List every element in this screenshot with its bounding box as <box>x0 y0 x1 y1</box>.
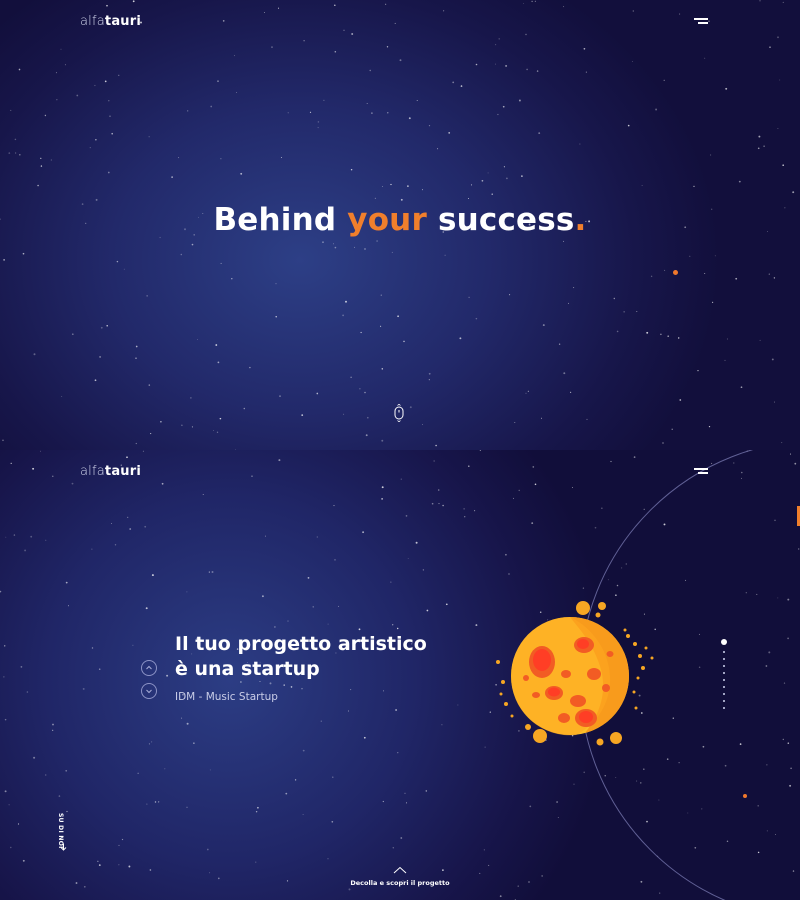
prev-slide-button[interactable] <box>141 660 157 676</box>
hero-word-success: success <box>426 202 575 238</box>
next-slide-button[interactable] <box>141 683 157 699</box>
menu-icon[interactable] <box>690 466 708 476</box>
orange-dot <box>743 794 747 798</box>
menu-icon[interactable] <box>690 16 708 26</box>
logo-light-text: alfa <box>80 464 105 479</box>
project-section: alfatauri Il tuo progetto artistico è un… <box>0 450 800 900</box>
hero-headline: Behind your success. <box>0 202 800 238</box>
about-us-link[interactable]: SU DI NOI <box>53 805 75 851</box>
hero-word-behind: Behind <box>213 202 348 238</box>
arrow-down-icon <box>60 843 67 851</box>
hero-word-your: your <box>347 202 427 238</box>
logo-bold-text: tauri <box>104 14 142 29</box>
brand-logo[interactable]: alfatauri <box>80 14 141 29</box>
logo-bold-text: tauri <box>104 464 142 479</box>
pager-dot[interactable] <box>723 700 725 702</box>
pager-dot[interactable] <box>723 693 725 695</box>
pager-dot[interactable] <box>723 665 725 667</box>
orange-dot <box>673 270 678 275</box>
pager-dot-active[interactable] <box>721 639 727 645</box>
project-title-line1: Il tuo progetto artistico <box>175 633 427 655</box>
pager-dot[interactable] <box>723 686 725 688</box>
project-title: Il tuo progetto artistico è una startup <box>175 632 427 682</box>
scroll-mouse-icon[interactable] <box>394 404 404 422</box>
chevron-down-icon <box>146 689 152 694</box>
pager-dot[interactable] <box>723 651 725 653</box>
brand-logo[interactable]: alfatauri <box>80 464 141 479</box>
hero-section: alfatauri Behind your success. <box>0 0 800 450</box>
pager-dot[interactable] <box>723 679 725 681</box>
project-title-line2: è una startup <box>175 658 320 680</box>
discover-project-cta[interactable]: Decolla e scopri il progetto <box>0 879 800 887</box>
chevron-up-icon[interactable] <box>393 866 407 874</box>
pager-dot[interactable] <box>723 672 725 674</box>
planet-illustration <box>496 601 654 746</box>
project-subtitle: IDM - Music Startup <box>175 691 278 703</box>
pager-dot[interactable] <box>723 658 725 660</box>
chevron-up-icon <box>146 665 152 670</box>
hero-period: . <box>574 202 587 238</box>
logo-light-text: alfa <box>80 14 105 29</box>
pager-dot[interactable] <box>723 707 725 709</box>
